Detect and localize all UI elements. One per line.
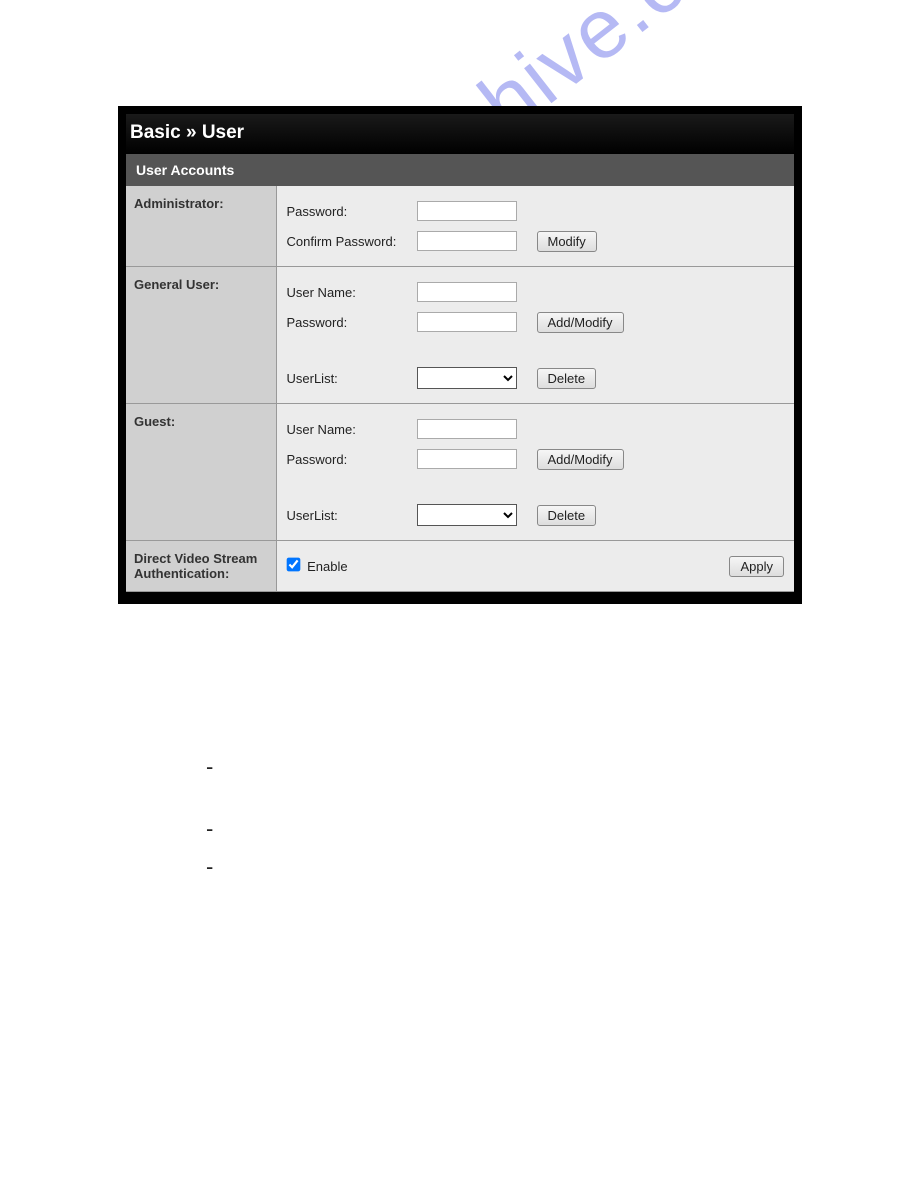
label-general-password: Password: bbox=[287, 315, 417, 330]
label-guest-userlist: UserList: bbox=[287, 508, 417, 523]
rowhead-dvs: Direct Video Stream Authentication: bbox=[126, 541, 276, 592]
guest-username-input[interactable] bbox=[417, 419, 517, 439]
settings-panel: Basic » User User Accounts Administrator… bbox=[118, 106, 802, 604]
row-administrator: Administrator: Password: Confirm Passwor… bbox=[126, 186, 794, 267]
label-general-username: User Name: bbox=[287, 285, 417, 300]
rowhead-general: General User: bbox=[126, 267, 276, 404]
guest-userlist-select[interactable] bbox=[417, 504, 517, 526]
guest-delete-button[interactable]: Delete bbox=[537, 505, 597, 526]
label-admin-confirm: Confirm Password: bbox=[287, 234, 417, 249]
general-username-input[interactable] bbox=[417, 282, 517, 302]
dvs-enable-checkbox[interactable] bbox=[286, 558, 300, 572]
admin-confirm-password-input[interactable] bbox=[417, 231, 517, 251]
dash-mark: - bbox=[206, 818, 213, 840]
dash-mark: - bbox=[206, 756, 213, 778]
section-header: User Accounts bbox=[126, 154, 794, 186]
panel-title: Basic » User bbox=[126, 114, 794, 154]
label-guest-password: Password: bbox=[287, 452, 417, 467]
guest-password-input[interactable] bbox=[417, 449, 517, 469]
label-guest-username: User Name: bbox=[287, 422, 417, 437]
general-userlist-select[interactable] bbox=[417, 367, 517, 389]
admin-password-input[interactable] bbox=[417, 201, 517, 221]
row-general-user: General User: User Name: Password: Add/M… bbox=[126, 267, 794, 404]
dvs-apply-button[interactable]: Apply bbox=[729, 556, 784, 577]
label-admin-password: Password: bbox=[287, 204, 417, 219]
row-dvs-auth: Direct Video Stream Authentication: Enab… bbox=[126, 541, 794, 592]
row-guest: Guest: User Name: Password: Add/Modify U… bbox=[126, 404, 794, 541]
label-general-userlist: UserList: bbox=[287, 371, 417, 386]
user-accounts-table: Administrator: Password: Confirm Passwor… bbox=[126, 186, 794, 592]
admin-modify-button[interactable]: Modify bbox=[537, 231, 597, 252]
dash-mark: - bbox=[206, 856, 213, 878]
general-delete-button[interactable]: Delete bbox=[537, 368, 597, 389]
label-dvs-enable: Enable bbox=[307, 559, 347, 574]
rowhead-guest: Guest: bbox=[126, 404, 276, 541]
rowhead-administrator: Administrator: bbox=[126, 186, 276, 267]
general-addmodify-button[interactable]: Add/Modify bbox=[537, 312, 624, 333]
general-password-input[interactable] bbox=[417, 312, 517, 332]
guest-addmodify-button[interactable]: Add/Modify bbox=[537, 449, 624, 470]
